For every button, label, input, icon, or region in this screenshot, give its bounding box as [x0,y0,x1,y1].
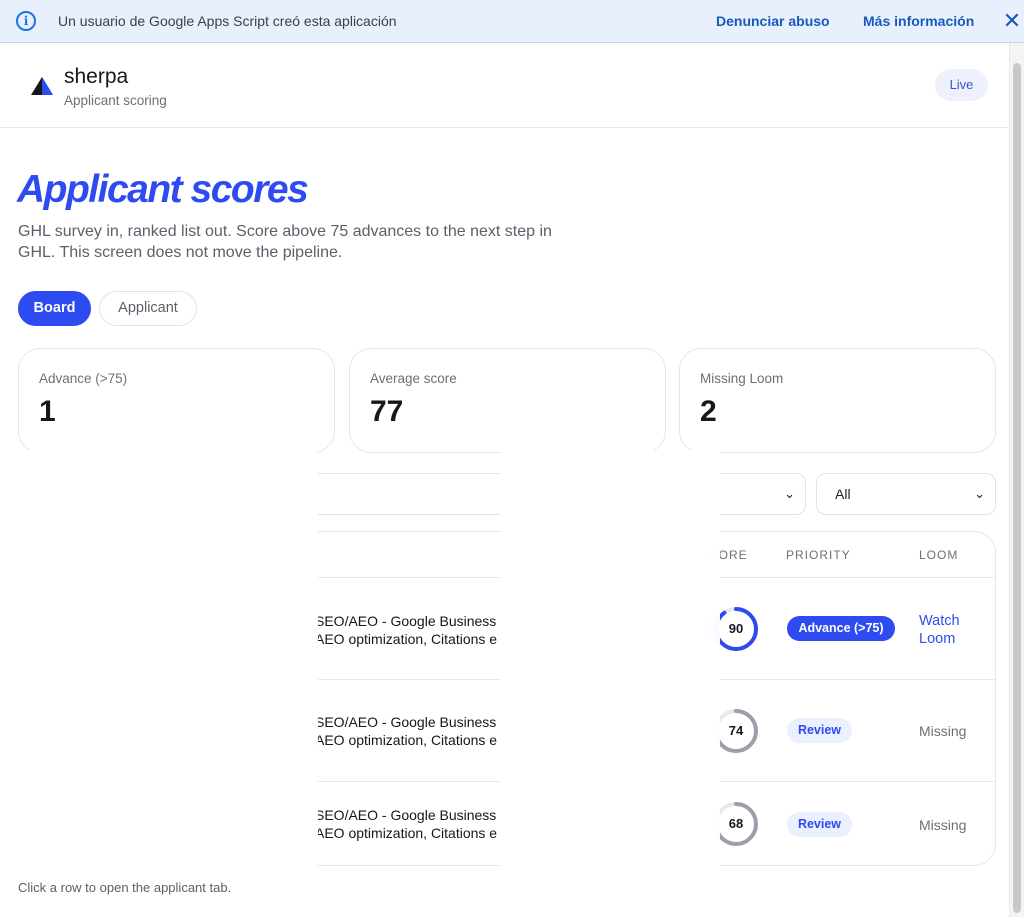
stat-card-average-score: Average score 77 [349,348,666,453]
watch-loom-link[interactable]: Watch Loom [919,612,979,648]
chevron-down-icon: ⌄ [784,486,795,501]
services-line: AEO optimization, Citations e [315,631,498,647]
column-header-priority[interactable]: PRIORITY [786,548,851,562]
tab-board[interactable]: Board [18,291,91,326]
services-cell: SEO/AEO - Google Business AEO optimizati… [315,713,500,749]
brand-subtitle: Applicant scoring [64,93,167,108]
stat-label: Missing Loom [700,371,784,386]
column-header-loom[interactable]: LOOM [919,548,958,562]
loom-missing-text: Missing [919,723,967,739]
more-info-link[interactable]: Más información [863,13,974,29]
priority-badge: Review [787,718,852,743]
stat-card-missing-loom: Missing Loom 2 [679,348,996,453]
services-line: SEO/AEO - Google Business [315,714,497,730]
services-cell: SEO/AEO - Google Business AEO optimizati… [315,612,500,648]
loom-missing-text: Missing [919,817,967,833]
services-line: AEO optimization, Citations e [315,732,498,748]
services-line: AEO optimization, Citations e [315,825,498,841]
apps-script-banner: i Un usuario de Google Apps Script creó … [0,0,1024,43]
redaction-blur [18,450,318,870]
stat-label: Advance (>75) [39,371,128,386]
app-header: sherpa Applicant scoring Live [0,44,1008,128]
live-status-badge: Live [935,69,988,101]
stat-value: 2 [700,395,717,428]
sherpa-logo-icon [31,77,53,95]
banner-message: Un usuario de Google Apps Script creó es… [58,13,397,29]
stat-card-advance: Advance (>75) 1 [18,348,335,453]
chevron-down-icon: ⌄ [974,486,985,501]
page-description: GHL survey in, ranked list out. Score ab… [18,223,552,261]
services-line: SEO/AEO - Google Business [315,807,497,823]
scrollbar-thumb[interactable] [1013,63,1021,913]
services-line: SEO/AEO - Google Business [315,613,497,629]
services-cell: SEO/AEO - Google Business AEO optimizati… [315,806,500,842]
page-title: Applicant scores [17,168,309,211]
brand-name: sherpa [64,65,129,88]
report-abuse-link[interactable]: Denunciar abuso [716,13,830,29]
close-icon[interactable]: ✕ [1000,9,1024,33]
stat-label: Average score [370,371,457,386]
tab-applicant[interactable]: Applicant [99,291,197,326]
priority-badge: Review [787,812,852,837]
footer-hint: Click a row to open the applicant tab. [18,880,232,895]
redaction-blur [500,450,720,870]
priority-badge: Advance (>75) [787,616,895,641]
vertical-scrollbar[interactable] [1009,43,1024,917]
priority-filter-select[interactable]: All ⌄ [816,473,996,515]
info-icon: i [16,11,36,31]
stat-value: 77 [370,395,404,428]
select-value: All [835,486,851,502]
stat-value: 1 [39,395,56,428]
